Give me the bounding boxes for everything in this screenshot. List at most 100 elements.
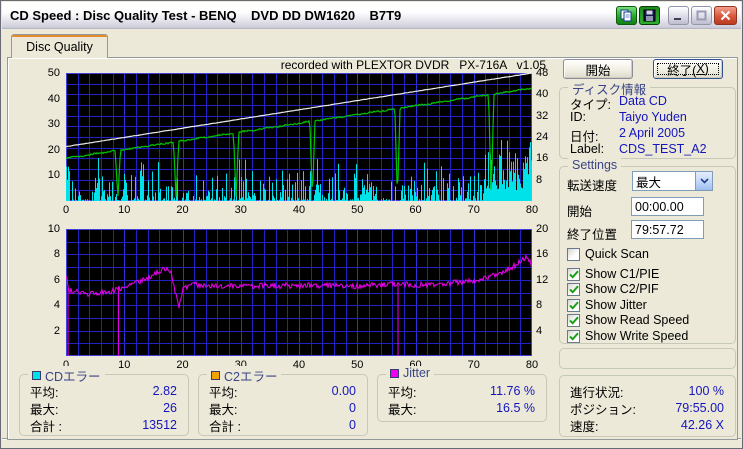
stat-row: 平均: 11.76 % — [388, 383, 535, 400]
axis-tick: 50 — [351, 359, 364, 371]
check-icon — [568, 301, 579, 310]
axis-tick: 50 — [351, 204, 364, 216]
axis-tick: 8 — [53, 248, 60, 261]
checkbox-row-show-jitter[interactable]: Show Jitter — [567, 298, 647, 312]
save-icon — [643, 9, 656, 22]
checkbox-row-quick-scan[interactable]: Quick Scan — [567, 247, 649, 261]
stat-row-label: 合計 : — [30, 419, 62, 434]
transfer-speed-label: 転送速度 — [567, 179, 618, 193]
checkbox[interactable] — [567, 298, 580, 312]
axis-tick: 40 — [292, 204, 306, 216]
legend-swatch — [32, 371, 41, 380]
disc-info-row-value: Taiyo Yuden — [619, 110, 687, 124]
stat-row-value: 26 — [163, 401, 177, 415]
stat-box-title-text: Jitter — [403, 366, 431, 380]
stat-box-title: Jitter — [386, 366, 435, 380]
stat-row-value: 2.82 — [152, 384, 177, 398]
axis-tick: 30 — [234, 204, 247, 216]
checkbox-label: Quick Scan — [585, 247, 649, 261]
axis-tick: 50 — [47, 67, 60, 79]
progress-group: 進行状況: 100 % ポジション: 79:55.00 速度: 42.26 X — [559, 375, 736, 437]
checkbox-label: Show Write Speed — [585, 329, 689, 343]
maximize-icon — [696, 10, 707, 21]
copy-icon — [620, 9, 632, 22]
quality-chart — [66, 73, 532, 201]
legend-swatch — [211, 371, 220, 380]
jitter-chart — [66, 229, 532, 356]
start-position-label: 開始 — [567, 205, 593, 219]
check-icon — [568, 270, 579, 279]
axis-tick: 10 — [47, 223, 60, 235]
checkbox-row-show-write-speed[interactable]: Show Write Speed — [567, 329, 688, 343]
stat-row-value: 11.76 % — [490, 384, 535, 398]
progress-row-label: 速度: — [570, 419, 599, 434]
axis-tick: 2 — [53, 324, 60, 337]
progress-row-value: 79:55.00 — [675, 401, 724, 415]
combo-arrow-button[interactable] — [695, 172, 712, 190]
stat-row-label: 合計 : — [209, 419, 241, 434]
end-position-label: 終了位置 — [567, 228, 618, 242]
copy-button[interactable] — [616, 6, 637, 25]
stat-row: 最大: 16.5 % — [388, 400, 535, 417]
axis-tick: 20 — [176, 359, 189, 371]
progress-row: ポジション: 79:55.00 — [570, 400, 724, 417]
stat-row-value: 16.5 % — [496, 401, 535, 415]
checkbox[interactable] — [567, 329, 580, 343]
stat-row: 合計 : 0 — [209, 417, 356, 434]
axis-tick: 80 — [525, 359, 539, 371]
checkbox-row-show-c2-pif[interactable]: Show C2/PIF — [567, 282, 659, 296]
progress-row-value: 100 % — [688, 384, 724, 398]
checkbox[interactable] — [567, 282, 580, 296]
axis-tick: 70 — [467, 359, 480, 371]
stat-box-c2-errors: C2エラー 平均: 0.00 最大: 0 合計 :0 — [198, 366, 368, 436]
app-window: CD Speed : Disc Quality Test - BENQ DVD … — [0, 0, 743, 449]
stat-box-cd-errors: CDエラー 平均: 2.82 最大: 26 合計 :13512 — [19, 366, 189, 436]
stat-row: 平均: 2.82 — [30, 383, 177, 400]
stat-row-value: 0 — [349, 401, 356, 415]
axis-tick: 30 — [47, 118, 60, 131]
stat-row-label: 最大: — [388, 402, 417, 417]
checkbox[interactable] — [567, 247, 580, 261]
check-icon — [568, 332, 579, 341]
close-icon — [720, 10, 731, 21]
save-button[interactable] — [639, 6, 660, 25]
stat-box-jitter: Jitter 平均: 11.76 % 最大: 16.5 % — [377, 366, 547, 422]
minimize-icon — [674, 18, 681, 20]
stat-row-value: 13512 — [142, 418, 177, 432]
axis-tick: 48 — [536, 67, 549, 79]
checkbox-label: Show Jitter — [585, 298, 647, 312]
disc-info-row-value: Data CD — [619, 94, 667, 108]
exit-button[interactable]: 終了(X) — [653, 59, 723, 79]
disc-info-row-label: ID: — [570, 110, 586, 124]
end-position-input[interactable] — [631, 220, 704, 239]
axis-tick: 4 — [53, 299, 60, 312]
axis-tick: 70 — [467, 204, 480, 216]
stat-row-value: 0.00 — [331, 384, 356, 398]
stat-row: 最大: 0 — [209, 400, 356, 417]
tab-label: Disc Quality — [26, 39, 93, 54]
start-button[interactable]: 開始 — [563, 59, 633, 79]
axis-tick: 20 — [176, 204, 189, 216]
axis-tick: 20 — [47, 143, 60, 156]
checkbox-row-show-c1-pie[interactable]: Show C1/PIE — [567, 267, 659, 281]
progress-row-value: 42.26 X — [680, 418, 724, 432]
checkbox-row-show-read-speed[interactable]: Show Read Speed — [567, 313, 689, 327]
checkbox[interactable] — [567, 267, 580, 281]
disc-info-row-value: 2 April 2005 — [619, 126, 686, 140]
recorded-with-label: recorded with PLEXTOR DVDR PX-716A v1.05 — [280, 58, 546, 72]
status-bar — [2, 439, 741, 447]
checkbox[interactable] — [567, 313, 580, 327]
maximize-button[interactable] — [691, 6, 712, 25]
start-position-input[interactable] — [631, 197, 704, 216]
tab-disc-quality[interactable]: Disc Quality — [11, 34, 108, 58]
transfer-speed-select[interactable]: 最大 — [632, 171, 713, 191]
axis-tick: 80 — [525, 204, 539, 216]
checkbox-label: Show Read Speed — [585, 313, 690, 327]
close-button[interactable] — [714, 6, 737, 25]
stat-row: 平均: 0.00 — [209, 383, 356, 400]
stat-row-value: 0 — [349, 418, 356, 432]
axis-tick: 10 — [47, 169, 60, 182]
titlebar-buttons — [614, 6, 737, 25]
minimize-button[interactable] — [668, 6, 689, 25]
disc-info-group: ディスク情報 タイプ: Data CD ID: Taiyo Yuden 日付: 2 Apr… — [559, 79, 736, 159]
